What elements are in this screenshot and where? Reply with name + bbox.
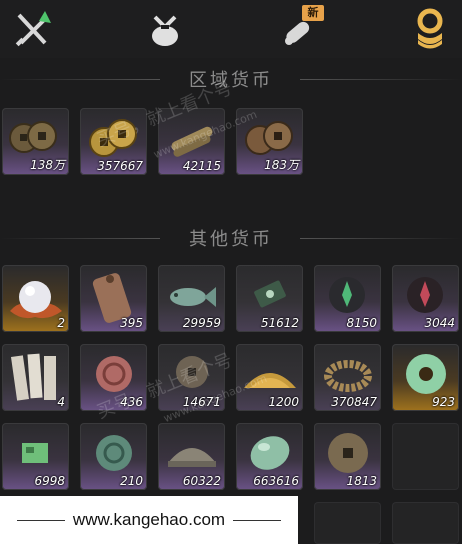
currency-slot[interactable]: 14671 xyxy=(158,344,225,411)
currency-count: 3044 xyxy=(424,316,455,330)
footer-url: www.kangehao.com xyxy=(72,510,226,529)
currency-count: 29959 xyxy=(182,316,221,330)
section-divider-right xyxy=(300,79,462,80)
currency-slot[interactable]: 210 xyxy=(80,423,147,490)
currency-slot[interactable]: 183万 xyxy=(236,108,303,175)
pouch-icon xyxy=(145,9,185,49)
currency-count: 1200 xyxy=(268,395,299,409)
coin-stack-icon xyxy=(410,7,450,51)
tab-currency[interactable] xyxy=(405,4,455,54)
currency-slot[interactable]: 51612 xyxy=(236,265,303,332)
empty-slot xyxy=(392,502,459,544)
currency-count: 923 xyxy=(432,395,455,409)
currency-count: 436 xyxy=(120,395,143,409)
currency-slot[interactable]: 4 xyxy=(2,344,69,411)
new-badge: 新 xyxy=(302,5,324,21)
currency-count: 138万 xyxy=(30,158,65,172)
currency-slot[interactable]: 60322 xyxy=(158,423,225,490)
currency-count: 183万 xyxy=(264,158,299,172)
currency-slot[interactable]: 1813 xyxy=(314,423,381,490)
currency-slot[interactable]: 663616 xyxy=(236,423,303,490)
currency-count: 663616 xyxy=(253,474,299,488)
section-divider-right xyxy=(300,238,462,239)
currency-slot[interactable]: 8150 xyxy=(314,265,381,332)
currency-count: 60322 xyxy=(182,474,221,488)
currency-count: 51612 xyxy=(260,316,299,330)
currency-count: 6998 xyxy=(34,474,65,488)
currency-slot[interactable]: 370847 xyxy=(314,344,381,411)
currency-count: 4 xyxy=(57,395,65,409)
footer-rule xyxy=(233,519,282,521)
currency-slot[interactable]: 138万 xyxy=(2,108,69,175)
currency-count: 2 xyxy=(57,316,65,330)
currency-count: 210 xyxy=(120,474,143,488)
currency-slot[interactable]: 6998 xyxy=(2,423,69,490)
currency-count: 14671 xyxy=(182,395,221,409)
currency-count: 1813 xyxy=(346,474,377,488)
currency-count: 42115 xyxy=(182,159,221,173)
currency-slot[interactable]: 395 xyxy=(80,265,147,332)
footer-banner: www.kangehao.com xyxy=(0,496,298,544)
currency-count: 395 xyxy=(120,316,143,330)
crossed-swords-icon xyxy=(11,7,55,51)
currency-slot[interactable]: 923 xyxy=(392,344,459,411)
tab-bag[interactable] xyxy=(140,4,190,54)
currency-slot[interactable]: 436 xyxy=(80,344,147,411)
footer-rule xyxy=(16,519,65,521)
currency-count: 357667 xyxy=(97,159,143,173)
tab-equipment[interactable] xyxy=(8,4,58,54)
currency-slot[interactable]: 42115 xyxy=(158,108,225,175)
currency-count: 8150 xyxy=(346,316,377,330)
empty-slot xyxy=(314,502,381,544)
currency-slot[interactable]: 3044 xyxy=(392,265,459,332)
currency-count: 370847 xyxy=(331,395,377,409)
currency-slot[interactable]: 357667 xyxy=(80,108,147,175)
currency-slot[interactable]: 2 xyxy=(2,265,69,332)
currency-slot[interactable]: 29959 xyxy=(158,265,225,332)
currency-slot[interactable]: 1200 xyxy=(236,344,303,411)
top-tab-bar: 新 xyxy=(0,0,462,58)
empty-slot xyxy=(392,423,459,490)
